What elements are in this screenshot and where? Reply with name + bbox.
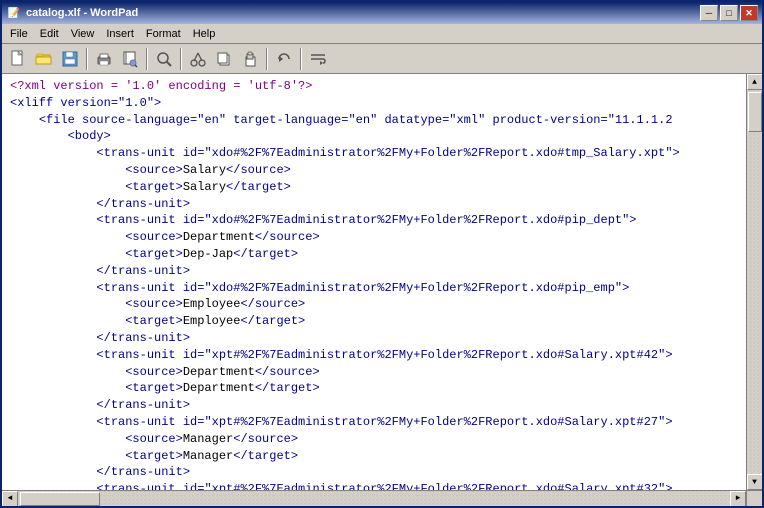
main-area: <?xml version = '1.0' encoding = 'utf-8'… (2, 74, 762, 490)
scrollbar-corner (746, 491, 762, 507)
scroll-track-h[interactable] (18, 491, 730, 506)
toolbar-sep-1 (86, 48, 88, 70)
close-button[interactable]: ✕ (740, 5, 758, 21)
scroll-up-button[interactable]: ▲ (747, 74, 763, 90)
menu-bar: File Edit View Insert Format Help (2, 24, 762, 44)
undo-button[interactable] (272, 47, 296, 71)
toolbar-sep-4 (266, 48, 268, 70)
menu-format[interactable]: Format (140, 26, 187, 42)
title-controls: ─ □ ✕ (700, 5, 758, 21)
copy-button[interactable] (212, 47, 236, 71)
title-bar: 📝 catalog.xlf - WordPad ─ □ ✕ (2, 2, 762, 24)
scroll-right-button[interactable]: ► (730, 491, 746, 507)
vertical-scrollbar[interactable]: ▲ ▼ (746, 74, 762, 490)
app-icon: 📝 (6, 5, 22, 21)
horizontal-scrollbar[interactable]: ◄ ► (2, 490, 762, 506)
cut-button[interactable] (186, 47, 210, 71)
main-window: 📝 catalog.xlf - WordPad ─ □ ✕ File Edit … (0, 0, 764, 508)
scroll-track-v[interactable] (747, 90, 762, 474)
xml-content[interactable]: <?xml version = '1.0' encoding = 'utf-8'… (2, 74, 746, 490)
scroll-left-button[interactable]: ◄ (2, 491, 18, 507)
maximize-button[interactable]: □ (720, 5, 738, 21)
menu-file[interactable]: File (4, 26, 34, 42)
new-button[interactable] (6, 47, 30, 71)
toolbar-sep-3 (180, 48, 182, 70)
toolbar (2, 44, 762, 74)
menu-edit[interactable]: Edit (34, 26, 65, 42)
menu-help[interactable]: Help (187, 26, 222, 42)
open-button[interactable] (32, 47, 56, 71)
toolbar-sep-2 (146, 48, 148, 70)
menu-view[interactable]: View (65, 26, 101, 42)
paste-button[interactable] (238, 47, 262, 71)
scroll-thumb-v[interactable] (748, 92, 762, 132)
scroll-down-button[interactable]: ▼ (747, 474, 763, 490)
find-button[interactable] (152, 47, 176, 71)
print-button[interactable] (92, 47, 116, 71)
scroll-thumb-h[interactable] (20, 492, 100, 506)
menu-insert[interactable]: Insert (100, 26, 140, 42)
save-button[interactable] (58, 47, 82, 71)
wordwrap-button[interactable] (306, 47, 330, 71)
minimize-button[interactable]: ─ (700, 5, 718, 21)
print-preview-button[interactable] (118, 47, 142, 71)
title-bar-left: 📝 catalog.xlf - WordPad (6, 5, 138, 21)
window-title: catalog.xlf - WordPad (26, 7, 138, 19)
content-area: <?xml version = '1.0' encoding = 'utf-8'… (2, 74, 746, 490)
toolbar-sep-5 (300, 48, 302, 70)
